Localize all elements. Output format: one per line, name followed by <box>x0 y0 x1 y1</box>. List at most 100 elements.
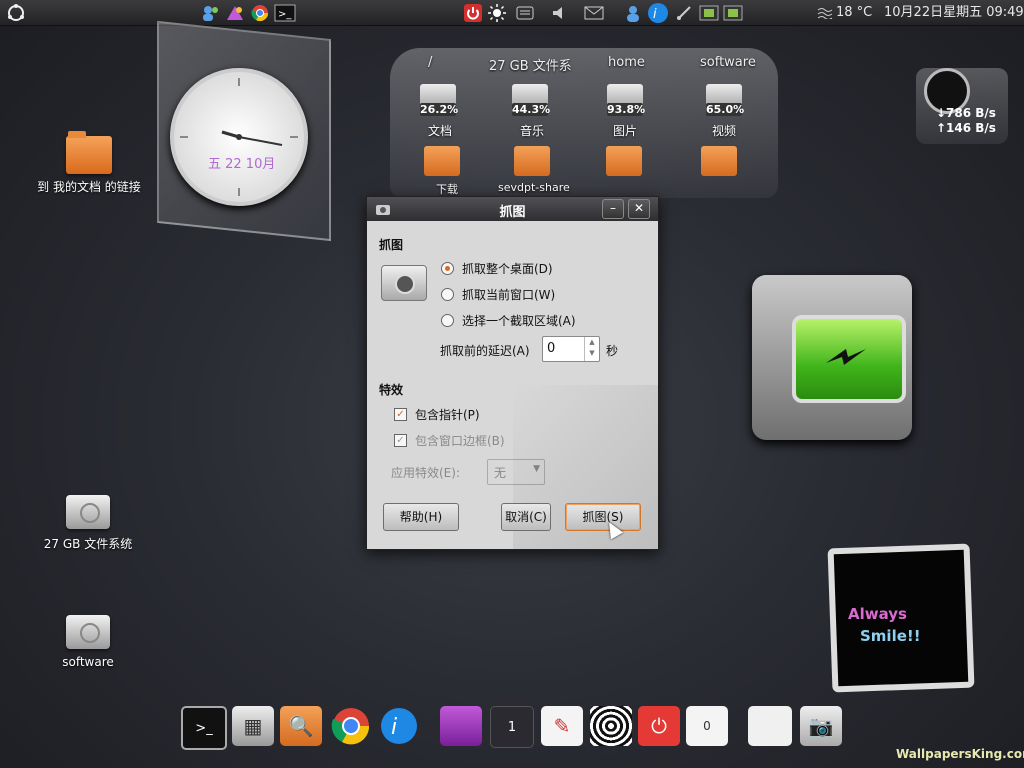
hard-drive-icon <box>66 495 110 529</box>
checkbox-label: 包含窗口边框(B) <box>415 434 505 448</box>
photo-frame-text: Always Smile!! <box>848 603 921 647</box>
radio-icon[interactable] <box>441 314 454 327</box>
top-panel: >_ i 18 °C 10月22日星期五 09:49 <box>0 0 1024 26</box>
section-title-capture: 抓图 <box>379 238 404 252</box>
trash-count: 0 <box>703 719 711 733</box>
option-label: 抓取整个桌面(D) <box>462 262 553 276</box>
disk-usage: 44.3% <box>512 103 551 116</box>
desktop-icon-label: 27 GB 文件系统 <box>43 537 133 551</box>
apply-effect-label: 应用特效(E): <box>391 466 460 480</box>
chrome-icon[interactable] <box>249 3 271 22</box>
places-header: 27 GB 文件系 <box>489 59 572 74</box>
clock-datetime[interactable]: 10月22日星期五 09:49 <box>884 0 1024 25</box>
weather-temp[interactable]: 18 °C <box>836 0 872 25</box>
dock-text-editor-icon[interactable]: ✎ <box>541 706 583 746</box>
dock-camera-icon[interactable]: 📷 <box>800 706 842 746</box>
close-button[interactable]: ✕ <box>628 199 650 219</box>
dialog-titlebar[interactable]: 抓图 – ✕ <box>367 197 658 221</box>
upload-speed: ↑146 B/s <box>936 121 996 135</box>
checkbox-checked-icon: ✓ <box>394 434 407 447</box>
keyboard-icon[interactable] <box>515 3 535 22</box>
option-select-area[interactable]: 选择一个截取区域(A) <box>441 312 576 329</box>
clock-date: 五 22 10月 <box>208 157 276 172</box>
dock-calculator-icon[interactable]: ▦ <box>232 706 274 746</box>
place-label[interactable]: 图片 <box>613 122 637 139</box>
cancel-button[interactable]: 取消(C) <box>501 503 551 531</box>
help-button[interactable]: 帮助(H) <box>383 503 459 531</box>
desktop-icon-documents-link[interactable]: 到 我的文档 的链接 <box>24 131 154 195</box>
mail-icon[interactable] <box>583 3 605 22</box>
users-icon[interactable] <box>200 3 222 22</box>
spinner-arrows-icon[interactable]: ▲ ▼ <box>584 337 599 361</box>
places-header: home <box>608 55 645 70</box>
place-label[interactable]: 视频 <box>712 122 736 139</box>
svg-text:>_: >_ <box>278 9 292 20</box>
volume-icon[interactable] <box>550 3 570 22</box>
checkbox-label: 包含指针(P) <box>415 408 480 422</box>
option-label: 选择一个截取区域(A) <box>462 314 576 328</box>
user-status-icon[interactable] <box>622 3 644 22</box>
brightness-icon[interactable] <box>487 3 507 22</box>
desktop-icon-software[interactable]: software <box>28 615 148 669</box>
radio-icon[interactable] <box>441 288 454 301</box>
power-icon[interactable] <box>463 3 483 22</box>
desktop-icon-label: software <box>62 655 114 669</box>
im-client-icon[interactable]: i <box>646 2 670 23</box>
screenshot-dialog: 抓图 – ✕ 抓图 抓取整个桌面(D) 抓取当前窗口(W) 选择一个截取区域(A… <box>366 196 659 550</box>
paint-icon[interactable] <box>224 3 246 22</box>
radio-selected-icon[interactable] <box>441 262 454 275</box>
dock-chrome-icon[interactable] <box>330 706 372 746</box>
places-header: software <box>700 55 756 70</box>
disk-usage: 93.8% <box>607 103 646 116</box>
disk-usage: 65.0% <box>706 103 745 116</box>
folder-icon[interactable] <box>424 146 460 176</box>
dock-screenshot-icon[interactable] <box>748 706 792 746</box>
svg-text:i: i <box>653 7 657 22</box>
option-current-window[interactable]: 抓取当前窗口(W) <box>441 286 555 303</box>
place-label[interactable]: 音乐 <box>520 122 544 139</box>
dock-im-client-icon[interactable]: i <box>378 706 420 746</box>
folder-link-icon <box>66 131 112 174</box>
dock-window-icon[interactable] <box>440 706 482 746</box>
delay-value[interactable]: 0 <box>547 341 555 356</box>
delay-spinner[interactable]: 0 ▲ ▼ <box>542 336 600 362</box>
option-whole-desktop[interactable]: 抓取整个桌面(D) <box>441 260 553 277</box>
disk-usage: 26.2% <box>420 103 459 116</box>
workspace-number: 1 <box>507 719 517 735</box>
media-icon[interactable] <box>698 3 720 22</box>
place-label[interactable]: sevdpt-share <box>498 181 570 194</box>
place-label[interactable]: 文档 <box>428 122 452 139</box>
places-header: / <box>428 55 433 70</box>
svg-text:i: i <box>391 715 397 740</box>
effect-value: 无 <box>494 466 507 480</box>
dock-workspace-switcher-icon[interactable]: 1 <box>490 706 534 748</box>
section-title-effects: 特效 <box>379 383 404 397</box>
dock-hypnotic-icon[interactable] <box>590 706 632 746</box>
download-speed: ↓786 B/s <box>936 106 996 120</box>
dock-power-icon[interactable]: ⏻ <box>638 706 680 746</box>
ubuntu-menu-icon[interactable] <box>6 3 26 22</box>
battery-icon <box>792 315 906 403</box>
dock-terminal-icon[interactable]: >_ <box>181 706 227 750</box>
minimize-button[interactable]: – <box>602 199 624 219</box>
weather-icon[interactable] <box>816 3 834 22</box>
media-icon-2[interactable] <box>722 3 744 22</box>
desktop-icon-filesystem[interactable]: 27 GB 文件系统 <box>28 495 148 552</box>
music-folder-icon[interactable] <box>514 146 550 176</box>
option-label: 抓取当前窗口(W) <box>462 288 556 302</box>
checkbox-checked-icon[interactable]: ✓ <box>394 408 407 421</box>
delay-unit: 秒 <box>606 344 619 358</box>
include-border-checkbox: ✓ 包含窗口边框(B) <box>394 432 505 449</box>
place-label[interactable]: 下载 <box>436 181 458 197</box>
hard-drive-icon <box>66 615 110 649</box>
dock-trash-icon[interactable]: 0 <box>686 706 728 746</box>
network-icon[interactable] <box>674 3 694 22</box>
terminal-icon[interactable]: >_ <box>273 3 297 22</box>
dock-file-search-icon[interactable]: 🔍 <box>280 706 322 746</box>
photo-frame-line2: Smile!! <box>860 627 921 645</box>
include-pointer-checkbox[interactable]: ✓ 包含指针(P) <box>394 406 480 423</box>
pictures-folder-icon[interactable] <box>606 146 642 176</box>
video-folder-icon[interactable] <box>701 146 737 176</box>
photo-frame-line1: Always <box>848 605 907 623</box>
delay-label: 抓取前的延迟(A) <box>440 344 530 358</box>
